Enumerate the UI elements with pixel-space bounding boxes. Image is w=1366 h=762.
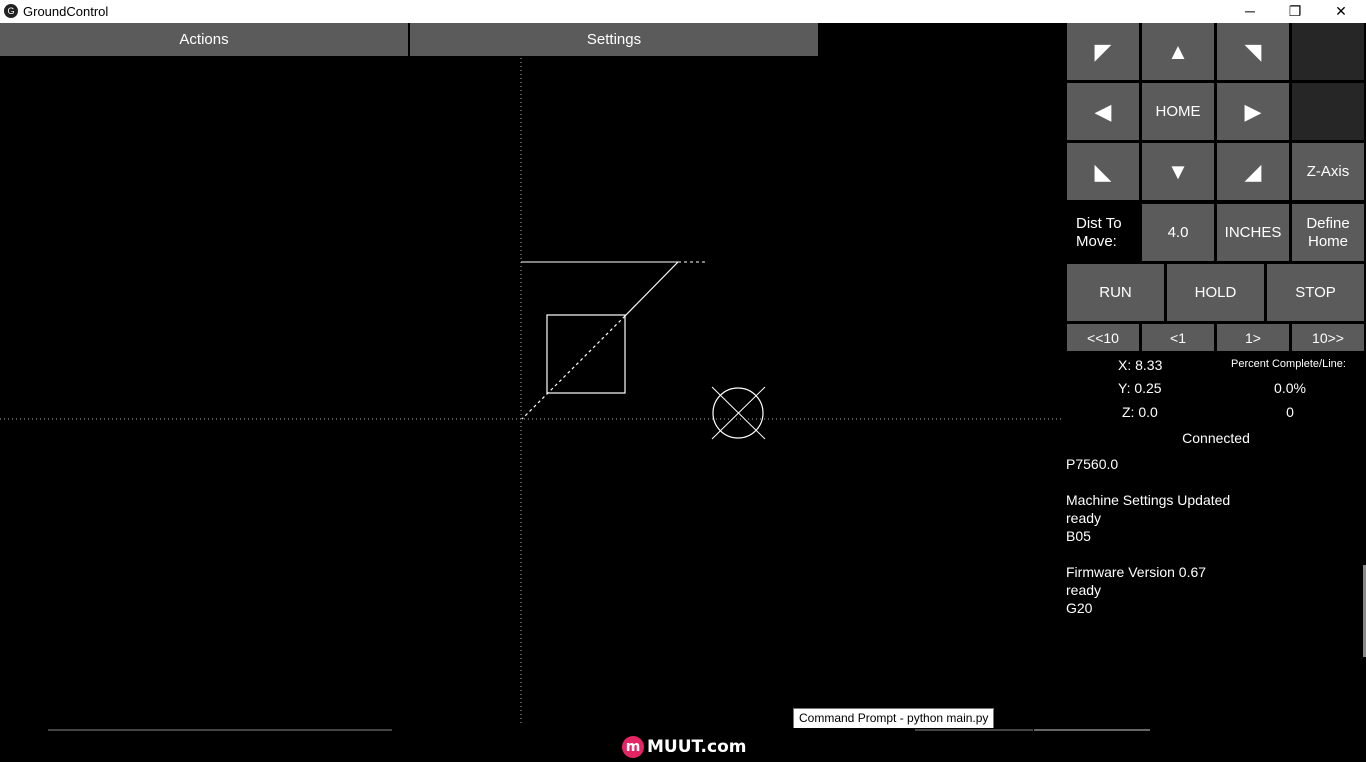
- log-line: G20: [1066, 600, 1093, 616]
- restore-button[interactable]: ❐: [1272, 0, 1318, 23]
- percent-complete-value: 0.0%: [1274, 380, 1306, 396]
- log-line: P7560.0: [1066, 456, 1119, 472]
- log-line: ready: [1066, 510, 1102, 526]
- jog-up-left-button[interactable]: ◤: [1067, 23, 1139, 80]
- jog-right-button[interactable]: ▶: [1217, 83, 1289, 140]
- distance-value-button[interactable]: 4.0: [1142, 204, 1214, 261]
- define-home-button[interactable]: Define Home: [1292, 204, 1364, 261]
- forward-1-line-button[interactable]: 1>: [1217, 324, 1289, 351]
- dist-to-move-label: Dist To Move:: [1076, 215, 1122, 250]
- toolpath-square: [546, 314, 626, 394]
- jog-down-right-button[interactable]: ◢: [1217, 143, 1289, 200]
- taskbar-tooltip: Command Prompt - python main.py: [793, 708, 995, 729]
- arrow-down-left-icon: ◣: [1094, 158, 1112, 184]
- muut-brand-text: MUUT.com: [647, 737, 747, 757]
- actions-button[interactable]: Actions: [0, 23, 408, 56]
- empty-slot: [1292, 23, 1364, 80]
- arrow-right-icon: ▶: [1244, 98, 1262, 124]
- minimize-button[interactable]: ─: [1227, 0, 1273, 23]
- y-position: Y: 0.25: [1118, 380, 1162, 396]
- toolpath-diagonal: [624, 261, 679, 317]
- log-line: Machine Settings Updated: [1066, 492, 1231, 508]
- hold-button[interactable]: HOLD: [1167, 264, 1264, 321]
- home-button[interactable]: HOME: [1142, 83, 1214, 140]
- percent-complete-label: Percent Complete/Line:: [1231, 358, 1346, 370]
- log-line: Firmware Version 0.67: [1066, 564, 1207, 580]
- jog-down-left-button[interactable]: ◣: [1067, 143, 1139, 200]
- settings-button[interactable]: Settings: [410, 23, 818, 56]
- muut-logo-icon: m: [622, 736, 644, 758]
- forward-10-lines-button[interactable]: 10>>: [1292, 324, 1364, 351]
- z-position: Z: 0.0: [1122, 404, 1158, 420]
- window-title: GroundControl: [23, 4, 109, 19]
- title-bar: G GroundControl ─ ❐ ✕: [0, 0, 1366, 23]
- arrow-up-icon: ▲: [1167, 38, 1189, 64]
- z-axis-button[interactable]: Z-Axis: [1292, 143, 1364, 200]
- log-line: ready: [1066, 582, 1102, 598]
- connection-status: Connected: [1182, 430, 1250, 446]
- taskbar-indicator: [48, 729, 392, 731]
- muut-watermark: m MUUT.com: [622, 736, 746, 758]
- arrow-down-icon: ▼: [1167, 158, 1189, 184]
- taskbar-indicator: [915, 729, 1033, 731]
- units-button[interactable]: INCHES: [1217, 204, 1289, 261]
- current-line-value: 0: [1286, 404, 1294, 420]
- arrow-up-left-icon: ◤: [1094, 38, 1112, 64]
- run-button[interactable]: RUN: [1067, 264, 1164, 321]
- close-button[interactable]: ✕: [1318, 0, 1364, 23]
- jog-up-right-button[interactable]: ◥: [1217, 23, 1289, 80]
- arrow-up-right-icon: ◥: [1244, 38, 1262, 64]
- taskbar-indicator: [1034, 729, 1150, 731]
- app-icon: G: [4, 4, 18, 18]
- arrow-down-right-icon: ◢: [1244, 158, 1262, 184]
- jog-down-button[interactable]: ▼: [1142, 143, 1214, 200]
- x-position: X: 8.33: [1118, 357, 1163, 373]
- empty-slot: [1292, 83, 1364, 140]
- log-line: B05: [1066, 528, 1091, 544]
- tool-position-marker: [711, 386, 766, 440]
- back-10-lines-button[interactable]: <<10: [1067, 324, 1139, 351]
- toolpath-canvas[interactable]: [0, 56, 1064, 728]
- jog-up-button[interactable]: ▲: [1142, 23, 1214, 80]
- arrow-left-icon: ◀: [1094, 98, 1112, 124]
- jog-left-button[interactable]: ◀: [1067, 83, 1139, 140]
- stop-button[interactable]: STOP: [1267, 264, 1364, 321]
- toolpath-diagonal-dashed: [521, 315, 626, 420]
- back-1-line-button[interactable]: <1: [1142, 324, 1214, 351]
- console-log: P7560.0 Machine Settings Updated ready B…: [1066, 455, 1364, 617]
